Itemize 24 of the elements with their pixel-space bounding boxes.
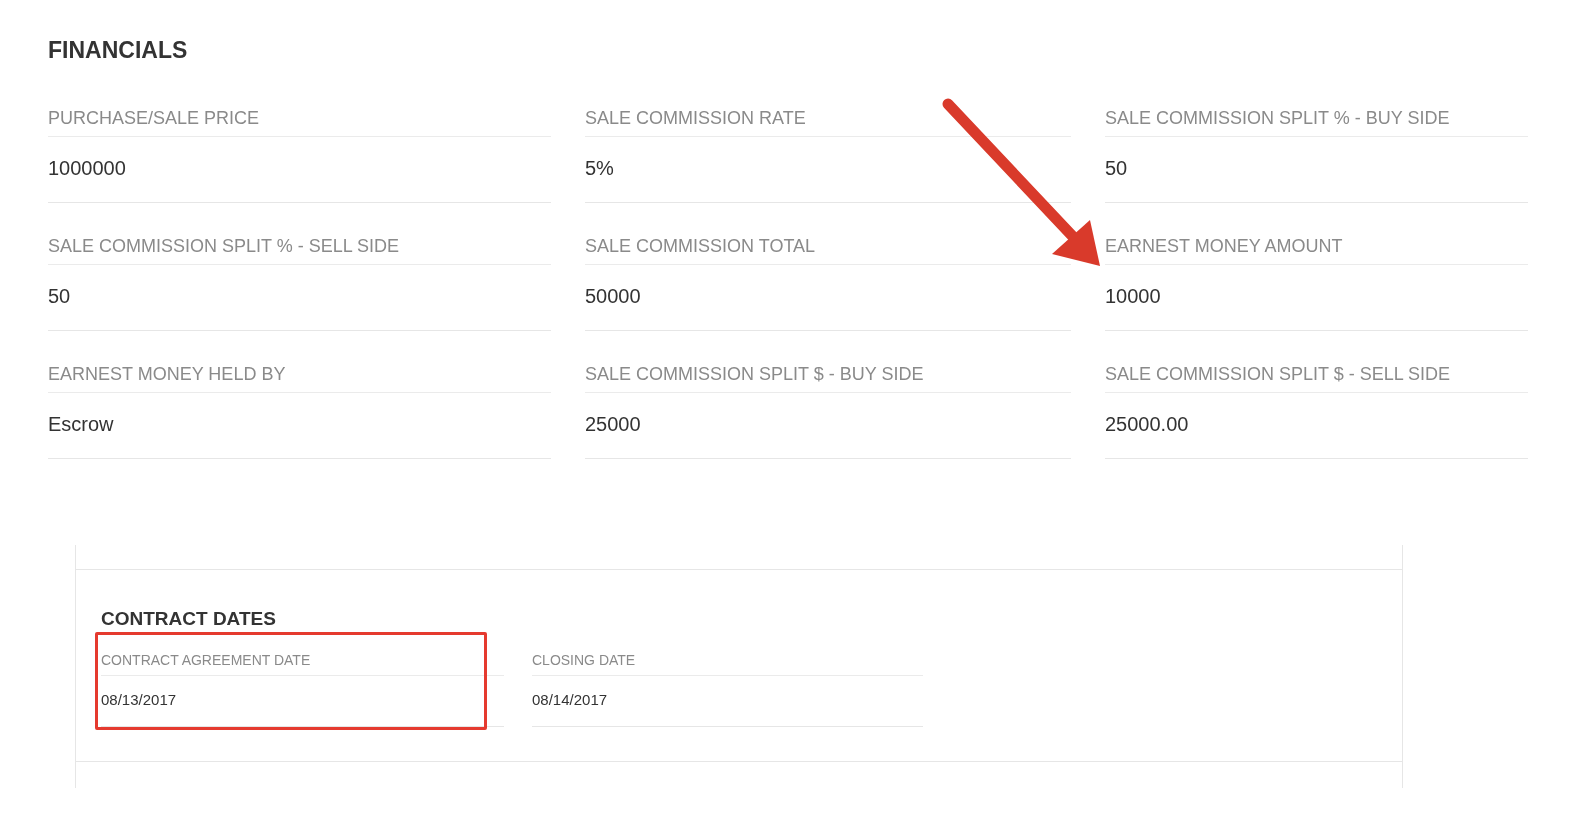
field-label: EARNEST MONEY HELD BY	[48, 364, 286, 384]
field-value: 50000	[585, 285, 641, 307]
field-value: 25000	[585, 413, 641, 435]
section-title: FINANCIALS	[48, 36, 189, 64]
field-value: 1000000	[48, 157, 126, 179]
field-label: CONTRACT AGREEMENT DATE	[101, 652, 311, 668]
field-value: 08/13/2017	[101, 691, 177, 708]
field-label: SALE COMMISSION SPLIT $ - SELL SIDE	[1105, 364, 1451, 384]
field-label: SALE COMMISSION TOTAL	[585, 236, 816, 256]
field-value: 25000.00	[1105, 413, 1189, 435]
field-label: SALE COMMISSION SPLIT $ - BUY SIDE	[585, 364, 924, 384]
field-label: EARNEST MONEY AMOUNT	[1105, 236, 1343, 256]
section-title: CONTRACT DATES	[101, 608, 277, 630]
field-label: SALE COMMISSION RATE	[585, 108, 806, 128]
field-value: 5%	[585, 157, 614, 179]
field-label: SALE COMMISSION SPLIT % - SELL SIDE	[48, 236, 400, 256]
field-value: 50	[48, 285, 71, 307]
field-value: 08/14/2017	[532, 691, 608, 708]
field-label: CLOSING DATE	[532, 652, 636, 668]
field-label: SALE COMMISSION SPLIT % - BUY SIDE	[1105, 108, 1450, 128]
field-value: 10000	[1105, 285, 1161, 307]
field-value: 50	[1105, 157, 1128, 179]
field-label: PURCHASE/SALE PRICE	[48, 108, 260, 128]
field-value: Escrow	[48, 413, 114, 435]
